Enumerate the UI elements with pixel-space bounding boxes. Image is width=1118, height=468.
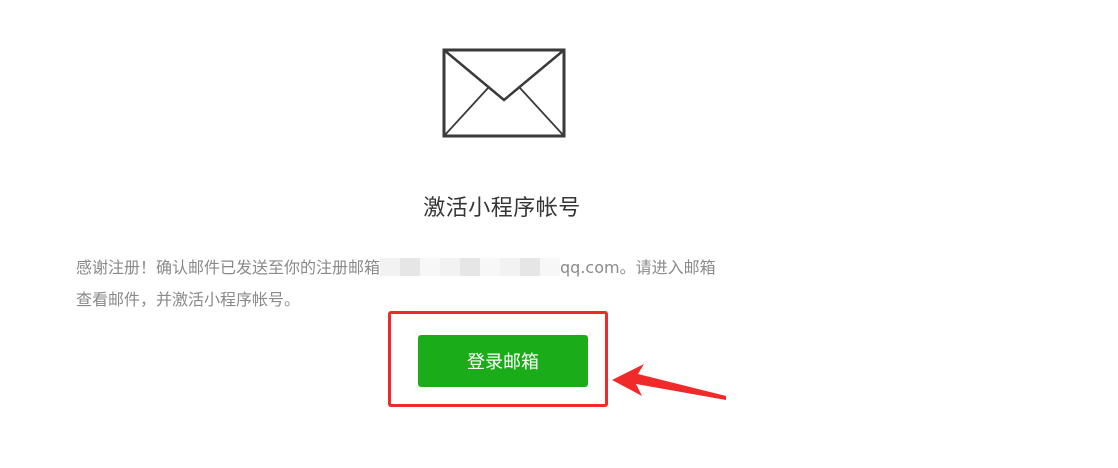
- message-line-1: 感谢注册！确认邮件已发送至你的注册邮箱 qq.com。请进入邮箱: [76, 252, 956, 284]
- message-line-1-suffix: qq.com。请进入邮箱: [560, 258, 716, 277]
- redacted-email: [380, 258, 561, 276]
- annotation-arrow-icon: [612, 364, 726, 400]
- envelope-icon: [442, 48, 566, 138]
- confirmation-message: 感谢注册！确认邮件已发送至你的注册邮箱 qq.com。请进入邮箱 查看邮件，并激活…: [76, 252, 956, 316]
- page-title: 激活小程序帐号: [423, 196, 581, 221]
- message-line-1-prefix: 感谢注册！确认邮件已发送至你的注册邮箱: [76, 258, 381, 277]
- login-mailbox-button[interactable]: 登录邮箱: [418, 335, 588, 387]
